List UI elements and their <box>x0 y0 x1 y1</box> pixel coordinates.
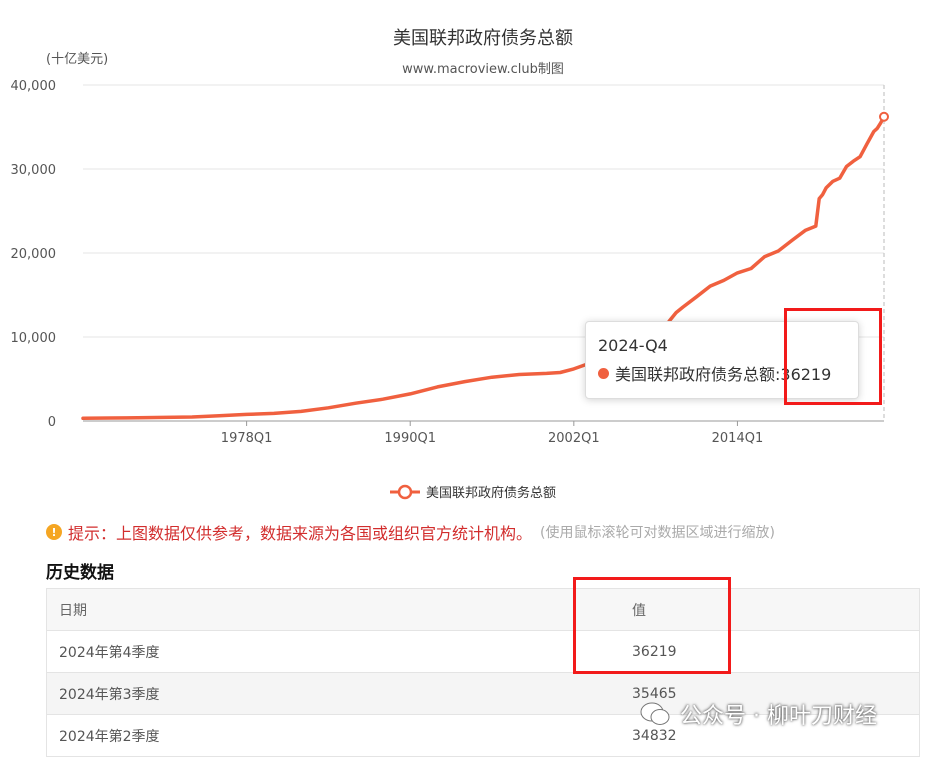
zoom-hint: (使用鼠标滚轮可对数据区域进行缩放) <box>540 525 775 541</box>
x-tick-label: 2002Q1 <box>548 431 600 446</box>
table-row: 2024年第4季度 36219 <box>47 631 919 673</box>
y-tick-label: 10,000 <box>11 331 57 346</box>
x-tick-label: 2014Q1 <box>712 431 764 446</box>
warning-icon: ! <box>46 524 62 540</box>
x-tick-label: 1978Q1 <box>221 431 273 446</box>
highlight-box-table <box>573 577 731 674</box>
y-tick-label: 40,000 <box>11 79 57 94</box>
highlighted-data-point <box>879 111 889 122</box>
column-header-date: 日期 <box>59 602 87 619</box>
history-title: 历史数据 <box>46 563 114 583</box>
chart-legend[interactable]: 美国联邦政府债务总额 <box>390 482 556 501</box>
legend-line-marker-icon <box>390 484 420 499</box>
y-tick-label: 30,000 <box>11 163 57 178</box>
history-table: 日期 值 2024年第4季度 36219 2024年第3季度 35465 202… <box>46 588 920 757</box>
row-date: 2024年第2季度 <box>59 728 160 745</box>
notice-text: 提示：上图数据仅供参考，数据来源为各国或组织官方统计机构。 <box>68 524 533 543</box>
row-date: 2024年第4季度 <box>59 644 160 661</box>
watermark-text: 公众号 · 柳叶刀财经 <box>680 704 877 729</box>
y-tick-label: 0 <box>48 415 56 430</box>
x-tick-label: 1990Q1 <box>384 431 436 446</box>
wechat-icon <box>640 701 670 727</box>
watermark: 公众号 · 柳叶刀财经 <box>640 698 877 730</box>
tooltip-series-dot <box>598 367 609 379</box>
legend-label: 美国联邦政府债务总额 <box>426 486 557 501</box>
row-date: 2024年第3季度 <box>59 686 160 703</box>
y-tick-label: 20,000 <box>11 247 57 262</box>
data-notice: ! 提示：上图数据仅供参考，数据来源为各国或组织官方统计机构。 (使用鼠标滚轮可… <box>46 520 775 544</box>
chart-area: 美国联邦政府债务总额 www.macroview.club制图 (十亿美元) 0… <box>0 0 952 470</box>
table-header-row: 日期 值 <box>47 589 919 631</box>
highlight-box-chart <box>784 308 882 405</box>
